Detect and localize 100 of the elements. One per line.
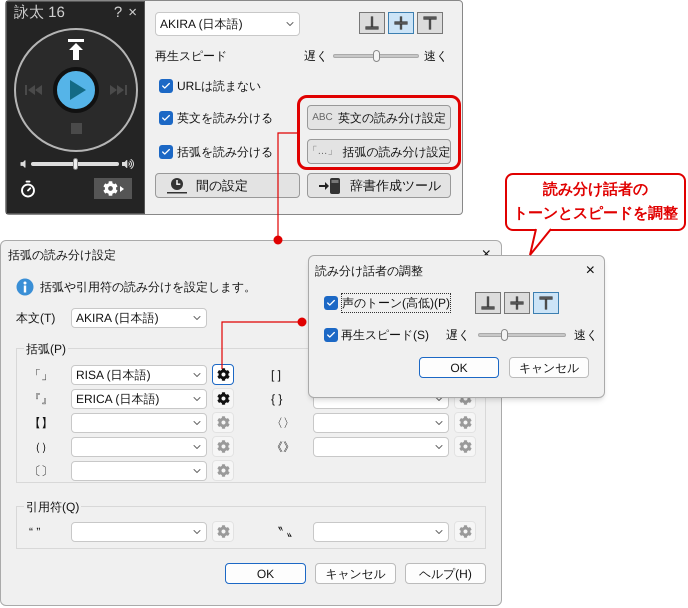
checkbox[interactable] — [159, 78, 173, 92]
slow-label: 遅く — [304, 48, 328, 64]
bracket-mark: 『』 — [29, 390, 54, 408]
checkbox[interactable] — [324, 328, 338, 342]
tone-button[interactable] — [475, 292, 501, 314]
dialog-title: 括弧の読み分け設定 — [8, 246, 116, 264]
clock-icon — [166, 176, 188, 194]
tone-button[interactable] — [388, 12, 414, 34]
stop-icon[interactable] — [70, 123, 82, 134]
gear-icon — [216, 440, 230, 453]
bracket-mark: 【】 — [29, 414, 54, 432]
slider-thumb[interactable] — [72, 158, 78, 170]
dropdown[interactable] — [71, 460, 207, 480]
dropdown[interactable] — [313, 522, 449, 542]
gear-icon — [458, 416, 472, 429]
group-legend: 括弧(P) — [24, 340, 68, 358]
dropdown[interactable] — [71, 412, 207, 432]
checkbox-label: URLは読まない — [177, 78, 262, 94]
high-tone-icon — [421, 14, 439, 32]
checkbox-label: 括弧を読み分ける — [177, 144, 273, 160]
check-icon — [326, 330, 336, 340]
tool-button[interactable]: 間の設定 — [155, 173, 300, 198]
settings-button[interactable]: ABC 英文の読み分け設定 — [307, 105, 451, 130]
bracket-mark: 〔〕 — [29, 462, 54, 480]
tone-button[interactable] — [533, 292, 559, 314]
gear-icon — [216, 392, 230, 405]
help-button[interactable]: ? — [114, 2, 122, 24]
dialog-button[interactable]: キャンセル — [315, 563, 396, 584]
gear-icon — [216, 525, 230, 538]
settings-button[interactable]: 「…」 括弧の読み分け設定 — [307, 139, 451, 164]
bracket-mark: （） — [29, 438, 54, 456]
dropdown[interactable]: RISA (日本語) — [71, 364, 207, 384]
dropdown[interactable] — [313, 436, 449, 456]
check-icon — [161, 112, 171, 122]
checkbox-label: 再生スピード(S) — [341, 327, 429, 344]
speed-label: 再生スピード — [155, 48, 228, 64]
gear-icon — [458, 525, 472, 538]
next-icon[interactable] — [110, 85, 126, 95]
checkbox[interactable] — [159, 110, 173, 124]
checkbox[interactable] — [159, 144, 173, 158]
gear-icon — [216, 464, 230, 477]
dropdown[interactable] — [313, 412, 449, 432]
app-title: 詠太 16 — [14, 2, 65, 23]
dialog-button[interactable]: OK — [419, 357, 499, 378]
high-tone-icon — [537, 294, 555, 312]
bracket-mark: 〈〉 — [271, 414, 296, 432]
eject-icon[interactable] — [68, 39, 84, 60]
fast-label: 速く — [424, 48, 448, 64]
tone-button[interactable] — [417, 12, 443, 34]
close-button[interactable]: × — [586, 259, 598, 283]
bracket-mark: “ ” — [29, 524, 42, 540]
dropdown[interactable]: AKIRA (日本語) — [155, 12, 300, 36]
gear-icon — [216, 416, 230, 429]
tone-button[interactable] — [359, 12, 385, 34]
loud-speaker-icon — [122, 158, 134, 170]
group-legend: 引用符(Q) — [24, 498, 82, 516]
timer-icon[interactable] — [19, 180, 37, 198]
dialog-button[interactable]: キャンセル — [509, 357, 589, 378]
info-text: 括弧や引用符の読み分けを設定します。 — [40, 279, 256, 296]
checkbox[interactable] — [324, 296, 338, 310]
callout-tail — [529, 228, 552, 256]
slider-thumb[interactable] — [501, 329, 508, 341]
check-icon — [161, 146, 171, 156]
slow-label: 遅く — [446, 327, 470, 344]
dropdown[interactable]: ERICA (日本語) — [71, 388, 207, 408]
tone-button[interactable] — [504, 292, 530, 314]
settings-button[interactable] — [94, 178, 132, 199]
bracket-mark: 〝 〟 — [271, 524, 300, 540]
dialog-button[interactable]: ヘルプ(H) — [405, 563, 486, 584]
bracket-mark: [ ] — [271, 366, 282, 384]
dialog-button[interactable]: OK — [225, 563, 306, 584]
body-label: 本文(T) — [16, 310, 56, 327]
tool-button[interactable]: 辞書作成ツール — [307, 173, 451, 198]
check-icon — [326, 298, 336, 308]
fast-label: 速く — [574, 327, 598, 344]
callout-bubble: 読み分け話者の トーンとスピードを調整 — [505, 173, 686, 231]
close-button[interactable]: × — [128, 2, 137, 24]
low-tone-icon — [479, 294, 497, 312]
bracket-mark: { } — [271, 390, 284, 408]
dropdown[interactable] — [71, 522, 207, 542]
previous-icon[interactable] — [24, 85, 42, 95]
caret-icon — [120, 186, 124, 192]
dropdown[interactable]: AKIRA (日本語) — [71, 308, 207, 328]
checkbox-label: 声のトーン(高低)(P) — [341, 293, 451, 313]
middle-tone-icon — [508, 294, 526, 312]
middle-tone-icon — [392, 14, 410, 32]
settings-icon — [102, 181, 118, 196]
slider-thumb[interactable] — [373, 50, 380, 62]
dropdown[interactable] — [71, 436, 207, 456]
dialog-title: 読み分け話者の調整 — [315, 263, 423, 280]
arrow-book-icon — [318, 176, 342, 194]
checkbox-label: 英文を読み分ける — [177, 110, 273, 126]
check-icon — [161, 80, 171, 90]
low-tone-icon — [363, 14, 381, 32]
gear-icon — [458, 440, 472, 453]
bracket-mark: 「」 — [29, 366, 54, 384]
volume-slider[interactable] — [30, 157, 118, 171]
bracket-mark: 《》 — [271, 438, 296, 456]
gear-button[interactable] — [212, 364, 234, 385]
info-icon — [16, 278, 34, 296]
